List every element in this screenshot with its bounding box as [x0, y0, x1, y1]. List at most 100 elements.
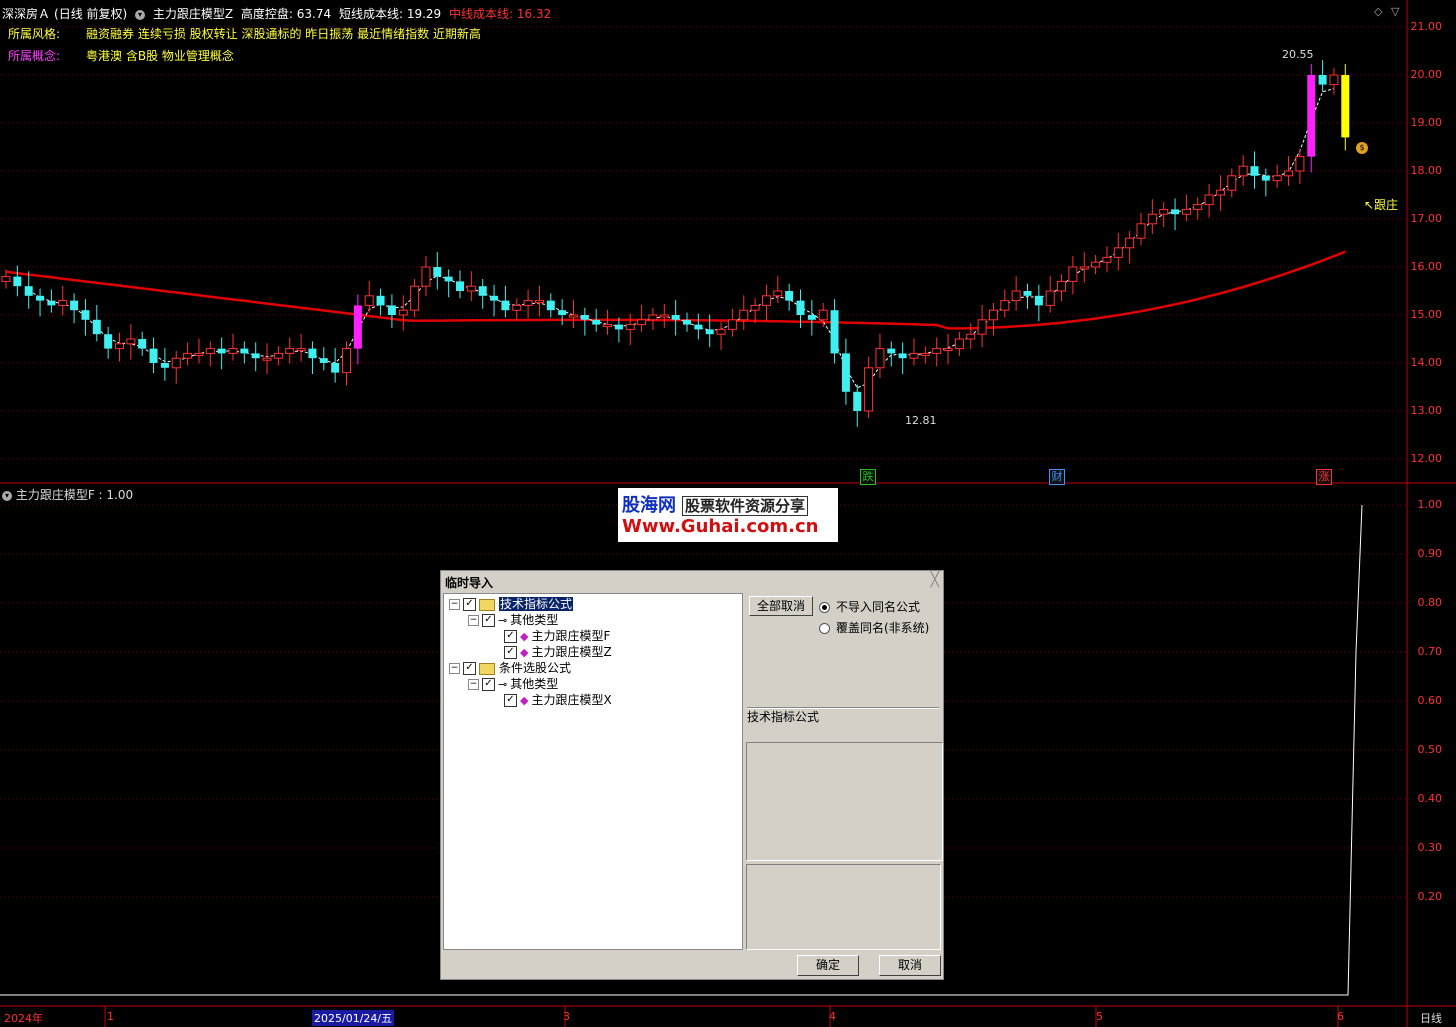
- candle: [171, 351, 181, 384]
- x-label-may: 5: [1096, 1010, 1103, 1023]
- candle: [92, 304, 101, 342]
- y-tick-label: 21.00: [1410, 20, 1443, 33]
- candle: [160, 348, 169, 381]
- x-label-jun: 6: [1337, 1010, 1344, 1023]
- concept-label: 所属概念:: [8, 49, 61, 63]
- candle: [592, 308, 601, 332]
- candle: [490, 284, 499, 317]
- tree-label: 主力跟庄模型F: [531, 629, 611, 643]
- tree-node-screener-other[interactable]: − ✓ ⊸ 其他类型: [468, 676, 558, 692]
- candle: [1159, 202, 1169, 228]
- candle: [13, 265, 22, 297]
- checkbox[interactable]: ✓: [463, 662, 476, 675]
- candle: [478, 279, 487, 309]
- radio-dot[interactable]: [819, 602, 830, 613]
- candle: [1091, 255, 1101, 275]
- checkbox[interactable]: ✓: [463, 598, 476, 611]
- detail-panel: [746, 864, 941, 950]
- folder-icon: [479, 598, 495, 611]
- tree-node-screener[interactable]: − ✓ 条件选股公式: [449, 660, 571, 676]
- candle: [1045, 276, 1055, 313]
- candle: [240, 341, 249, 364]
- tree-node-indicators-other[interactable]: − ✓ ⊸ 其他类型: [468, 612, 558, 628]
- checkbox[interactable]: ✓: [482, 678, 495, 691]
- candle: [296, 333, 306, 362]
- candle: [126, 324, 136, 360]
- candle: [1171, 198, 1180, 231]
- candle: [217, 337, 226, 370]
- candle: [331, 348, 340, 383]
- candle: [1079, 252, 1089, 283]
- event-marker-fall[interactable]: 跌: [860, 469, 876, 485]
- candle: [580, 307, 589, 336]
- candle: [262, 343, 272, 375]
- checkbox[interactable]: ✓: [504, 694, 517, 707]
- checkbox[interactable]: ✓: [504, 630, 517, 643]
- collapse-toggle-icon[interactable]: −: [468, 615, 479, 626]
- description-panel: [746, 742, 943, 861]
- tree-label: 条件选股公式: [499, 661, 572, 675]
- tree-label: 其他类型: [510, 677, 559, 691]
- indicator-name[interactable]: 主力跟庄模型Z: [153, 7, 233, 21]
- low-price-label: 12.81: [905, 414, 937, 427]
- y-tick-label: 0.60: [1417, 694, 1443, 707]
- x-label-apr: 4: [829, 1010, 836, 1023]
- category-label: 技术指标公式: [747, 710, 820, 724]
- event-marker-finance[interactable]: 财: [1049, 469, 1065, 485]
- sub-indicator-dropdown-icon[interactable]: ▾: [2, 490, 12, 501]
- close-icon[interactable]: ╳: [931, 572, 939, 588]
- cancel-button[interactable]: 取消: [879, 955, 941, 976]
- dialog-title: 临时导入: [445, 576, 494, 590]
- checkbox[interactable]: ✓: [482, 614, 495, 627]
- candle: [1227, 168, 1237, 198]
- tree-node-indicators[interactable]: − ✓ 技术指标公式: [449, 596, 574, 612]
- candle: [954, 331, 964, 356]
- candle: [739, 295, 749, 330]
- watermark-url: Www.Guhai.com.cn: [622, 516, 819, 537]
- candle: [785, 283, 794, 311]
- sub-chart-title[interactable]: 主力跟庄模型F : 1.00: [16, 488, 133, 502]
- radio-overwrite[interactable]: 覆盖同名(非系统): [819, 619, 929, 636]
- candle: [273, 346, 283, 366]
- candle: [523, 289, 533, 319]
- candle: [1329, 67, 1339, 95]
- candle: [1147, 199, 1157, 234]
- candle: [444, 269, 453, 298]
- tree-node-formula-z[interactable]: ✓ ◆ 主力跟庄模型Z: [504, 644, 612, 660]
- style-row: 所属风格: 融资融券 连续亏损 股权转让 深股通标的 昨日振荡 最近情绪指数 近期…: [8, 25, 481, 42]
- event-marker-rise[interactable]: 涨: [1316, 469, 1332, 485]
- tree-node-formula-x[interactable]: ✓ ◆ 主力跟庄模型X: [504, 692, 612, 708]
- candle: [898, 342, 907, 375]
- radio-skip-duplicates[interactable]: 不导入同名公式: [819, 598, 920, 615]
- candle: [387, 294, 396, 328]
- collapse-toggle-icon[interactable]: −: [449, 599, 460, 610]
- tree-node-formula-f[interactable]: ✓ ◆ 主力跟庄模型F: [504, 628, 610, 644]
- candle: [1318, 60, 1327, 92]
- x-label-jan: 1: [107, 1010, 114, 1023]
- checkbox[interactable]: ✓: [504, 646, 517, 659]
- ok-button[interactable]: 确定: [797, 955, 859, 976]
- candle: [285, 337, 295, 364]
- indicator-dropdown-icon[interactable]: ▾: [135, 9, 146, 20]
- collapse-toggle-icon[interactable]: −: [449, 663, 460, 674]
- candle: [853, 384, 862, 427]
- collapse-toggle-icon[interactable]: −: [468, 679, 479, 690]
- candle: [183, 342, 193, 366]
- candle: [205, 341, 215, 367]
- collapse-icon[interactable]: ▽: [1391, 5, 1399, 18]
- candle: [251, 342, 260, 372]
- candle: [376, 288, 385, 316]
- candle: [398, 295, 408, 331]
- concept-value: 粤港澳 含B股 物业管理概念: [86, 49, 234, 63]
- period-label[interactable]: 日线: [1420, 1010, 1442, 1026]
- style-value: 融资融券 连续亏损 股权转让 深股通标的 昨日振荡 最近情绪指数 近期新高: [86, 27, 481, 41]
- candle: [81, 299, 90, 336]
- stock-name[interactable]: 深深房Ａ: [2, 7, 50, 21]
- candle: [456, 270, 464, 299]
- cancel-all-button[interactable]: 全部取消: [749, 596, 813, 616]
- candle: [1057, 274, 1067, 302]
- radio-dot[interactable]: [819, 623, 830, 634]
- high-price-label: 20.55: [1282, 48, 1314, 61]
- x-label-year: 2024年: [4, 1012, 43, 1025]
- diamond-icon[interactable]: ◇: [1374, 5, 1382, 18]
